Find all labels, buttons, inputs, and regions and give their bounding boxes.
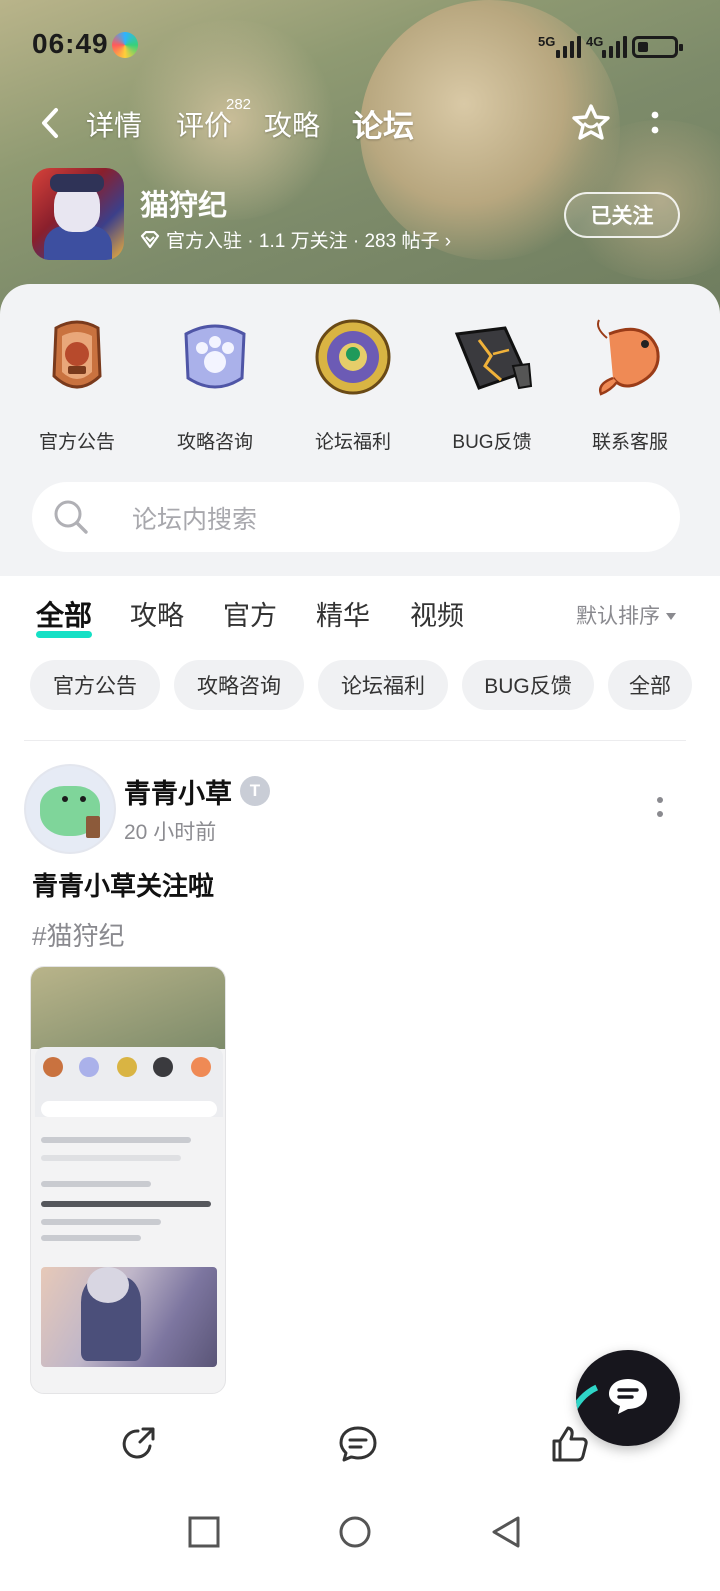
- chip-official-announcement[interactable]: 官方公告: [30, 660, 160, 710]
- top-nav: 详情 评价 282 攻略 论坛: [0, 96, 720, 156]
- feed-tab-guides[interactable]: 攻略: [130, 594, 184, 633]
- sort-dropdown[interactable]: 默认排序: [576, 600, 676, 630]
- forum-search-bar[interactable]: 论坛内搜索: [32, 482, 680, 552]
- forum-header-banner: 06:49 5G 4G 详情 评价 282 攻略 论坛 猫狩纪 官方入驻 · 1…: [0, 0, 720, 330]
- feed-tab-featured[interactable]: 精华: [316, 594, 370, 633]
- tab-details[interactable]: 详情: [86, 104, 142, 144]
- user-level-badge: T: [240, 776, 270, 806]
- emerald-medal-icon: [315, 319, 391, 395]
- feed-tab-all[interactable]: 全部: [36, 594, 93, 638]
- search-placeholder: 论坛内搜索: [132, 506, 258, 534]
- entry-label: 官方公告: [38, 432, 115, 453]
- chevron-down-icon: [666, 613, 676, 620]
- feed-tabs: 全部 攻略 官方 精华 视频 默认排序: [0, 590, 720, 640]
- reviews-count-badge: 282: [226, 96, 252, 113]
- signal-4g-icon: [602, 34, 627, 58]
- post-image[interactable]: [30, 966, 226, 1394]
- game-meta-text: 官方入驻 · 1.1 万关注 · 283 帖子 ›: [166, 231, 452, 252]
- favorite-star-icon[interactable]: [570, 102, 612, 144]
- feed-tab-video[interactable]: 视频: [410, 594, 464, 633]
- category-chips: 官方公告 攻略咨询 论坛福利 BUG反馈 全部: [0, 660, 720, 712]
- chip-all[interactable]: 全部: [608, 660, 692, 710]
- entry-guide-consult[interactable]: 攻略咨询: [155, 314, 275, 454]
- battery-icon: [632, 36, 683, 58]
- game-title: 猫狩纪: [140, 190, 228, 222]
- verified-diamond-icon: [140, 230, 160, 248]
- game-app-icon[interactable]: [32, 168, 124, 260]
- entry-bug-report[interactable]: BUG反馈: [432, 314, 552, 454]
- app-notification-icon: [112, 32, 138, 58]
- chip-guide-consult[interactable]: 攻略咨询: [174, 660, 304, 710]
- post-title[interactable]: 青青小草关注啦: [32, 866, 214, 903]
- entry-label: 攻略咨询: [176, 432, 253, 453]
- game-info-row: 猫狩纪 官方入驻 · 1.1 万关注 · 283 帖子 › 已关注: [0, 166, 720, 266]
- follow-button[interactable]: 已关注: [564, 192, 680, 238]
- game-meta[interactable]: 官方入驻 · 1.1 万关注 · 283 帖子 ›: [140, 226, 451, 253]
- post-timestamp: 20 小时前: [124, 821, 217, 844]
- entry-customer-service[interactable]: 联系客服: [570, 314, 690, 454]
- tab-forum[interactable]: 论坛: [352, 101, 414, 146]
- network-4g-label: 4G: [586, 34, 604, 49]
- entry-label: 联系客服: [591, 432, 668, 453]
- divider: [24, 740, 686, 741]
- back-arrow-icon[interactable]: [36, 106, 64, 140]
- status-time: 06:49: [32, 28, 109, 59]
- post-author-name[interactable]: 青青小草: [124, 772, 232, 811]
- chip-forum-perks[interactable]: 论坛福利: [318, 660, 448, 710]
- recent-apps-icon[interactable]: [186, 1514, 222, 1550]
- feed-tab-official[interactable]: 官方: [223, 594, 277, 633]
- post-more-icon[interactable]: [650, 792, 670, 822]
- tab-guides[interactable]: 攻略: [264, 104, 320, 144]
- chip-bug-report[interactable]: BUG反馈: [462, 660, 594, 710]
- official-badge-icon: [52, 320, 102, 389]
- system-navigation-bar: [0, 1500, 720, 1570]
- koi-fish-icon: [597, 319, 660, 396]
- tab-reviews[interactable]: 评价: [176, 104, 232, 144]
- entry-label: 论坛福利: [314, 432, 391, 453]
- sort-label: 默认排序: [576, 605, 660, 628]
- share-icon[interactable]: [118, 1424, 158, 1464]
- like-thumb-icon[interactable]: [550, 1424, 590, 1464]
- quick-entry-row: 官方公告 攻略咨询 论坛福利 BUG反馈 联系客服: [0, 314, 720, 454]
- home-icon[interactable]: [337, 1514, 373, 1550]
- search-icon: [54, 500, 88, 534]
- entry-forum-perks[interactable]: 论坛福利: [293, 314, 413, 454]
- post-hashtag[interactable]: #猫狩纪: [32, 916, 124, 953]
- network-5g-label: 5G: [538, 34, 556, 49]
- cracked-stone-icon: [454, 326, 533, 390]
- back-triangle-icon[interactable]: [488, 1514, 524, 1550]
- paw-shield-icon: [184, 324, 246, 389]
- avatar[interactable]: [24, 764, 116, 854]
- entry-label: BUG反馈: [452, 432, 532, 453]
- entry-official-announcement[interactable]: 官方公告: [17, 314, 137, 454]
- quick-entry-panel: 官方公告 攻略咨询 论坛福利 BUG反馈 联系客服 论坛内搜索: [0, 284, 720, 576]
- signal-5g-icon: [556, 34, 581, 58]
- comment-icon[interactable]: [338, 1424, 378, 1464]
- more-options-icon[interactable]: [642, 108, 668, 138]
- chat-bubble-icon: [609, 1379, 647, 1414]
- status-bar: 06:49 5G 4G: [0, 24, 720, 68]
- post-action-bar: [0, 1418, 720, 1478]
